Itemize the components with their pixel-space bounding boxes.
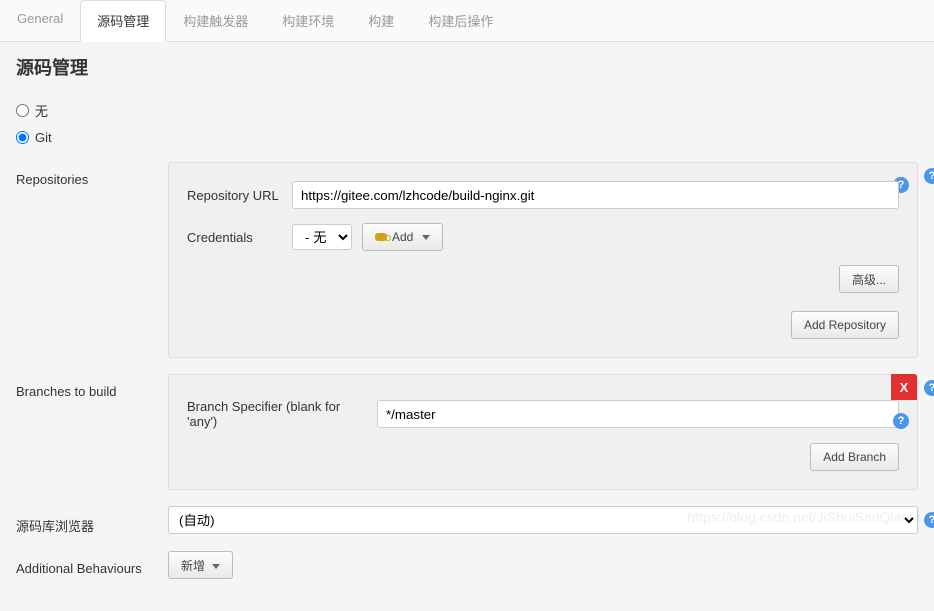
repositories-label: Repositories [16,162,156,187]
advanced-button[interactable]: 高级... [839,265,899,293]
add-behaviour-label: 新增 [181,559,205,573]
tab-post[interactable]: 构建后操作 [411,0,510,41]
scm-radio-none[interactable]: 无 [16,96,918,125]
credentials-label: Credentials [187,230,282,245]
config-tabs: General 源码管理 构建触发器 构建环境 构建 构建后操作 [0,0,934,42]
section-title: 源码管理 [0,42,934,92]
tab-general[interactable]: General [0,0,80,41]
branches-label: Branches to build [16,374,156,399]
repositories-panel: ? Repository URL Credentials - 无 - Add [168,162,918,358]
repo-url-input[interactable] [292,181,899,209]
radio-none-label: 无 [35,101,48,120]
add-credentials-button[interactable]: Add [362,223,443,251]
help-icon[interactable]: ? [924,380,934,396]
close-icon[interactable]: X [891,374,917,400]
tab-scm[interactable]: 源码管理 [80,0,166,42]
radio-none-input[interactable] [16,104,29,117]
help-icon[interactable]: ? [924,512,934,528]
add-behaviour-button[interactable]: 新增 [168,551,233,579]
watermark: https://blog.csdn.net/JiShuiSanQianLi [687,509,920,525]
scm-radio-group: 无 Git [0,92,934,162]
radio-git-input[interactable] [16,131,29,144]
help-icon[interactable]: ? [893,413,909,429]
radio-git-label: Git [35,130,52,145]
key-icon [375,233,387,241]
add-cred-label: Add [392,230,413,244]
chevron-down-icon [422,235,430,240]
add-branch-button[interactable]: Add Branch [810,443,899,471]
additional-label: Additional Behaviours [16,551,156,576]
add-repository-button[interactable]: Add Repository [791,311,899,339]
tab-triggers[interactable]: 构建触发器 [166,0,265,41]
scm-radio-git[interactable]: Git [16,125,918,150]
branches-panel: X Branch Specifier (blank for 'any') ? A… [168,374,918,490]
tab-build[interactable]: 构建 [351,0,411,41]
tab-env[interactable]: 构建环境 [265,0,351,41]
branch-spec-input[interactable] [377,400,899,428]
credentials-select[interactable]: - 无 - [292,224,352,250]
chevron-down-icon [212,564,220,569]
help-icon[interactable]: ? [924,168,934,184]
repo-url-label: Repository URL [187,188,282,203]
branch-spec-label: Branch Specifier (blank for 'any') [187,399,367,429]
browser-label: 源码库浏览器 [16,506,156,535]
